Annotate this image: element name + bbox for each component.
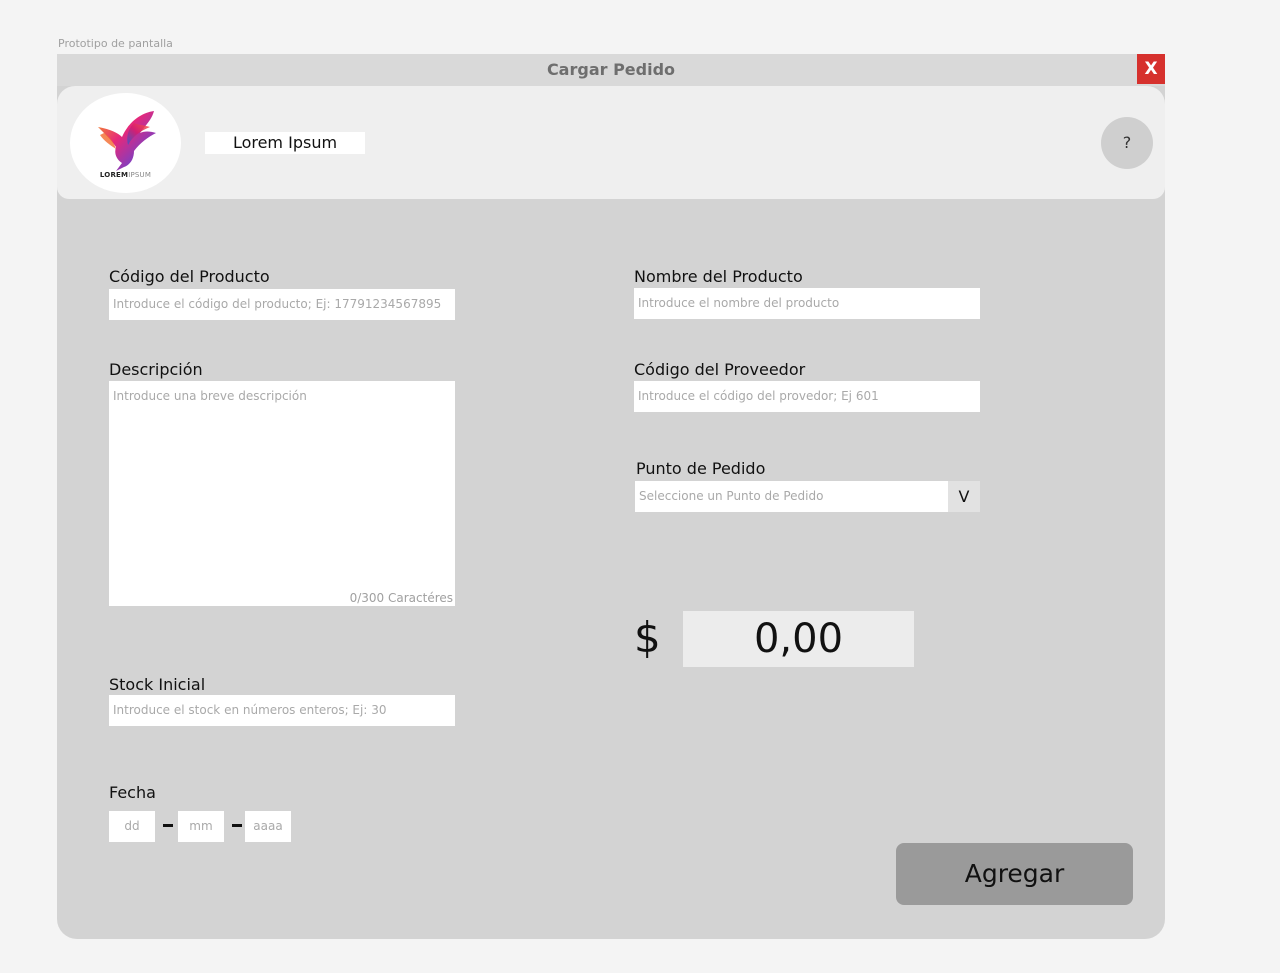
stock-inicial-input[interactable]: Introduce el stock en números enteros; E… (109, 695, 455, 726)
punto-pedido-label: Punto de Pedido (636, 459, 766, 478)
date-separator (163, 824, 173, 827)
close-button[interactable]: X (1137, 54, 1165, 84)
logo-text: LOREMIPSUM (70, 171, 181, 179)
date-day-input[interactable]: dd (109, 811, 155, 842)
date-month-input[interactable]: mm (178, 811, 224, 842)
stock-inicial-label: Stock Inicial (109, 675, 206, 694)
prototype-label: Prototipo de pantalla (58, 37, 173, 50)
punto-pedido-placeholder: Seleccione un Punto de Pedido (639, 489, 824, 503)
date-separator (232, 824, 242, 827)
nombre-producto-input[interactable]: Introduce el nombre del producto (634, 288, 980, 319)
char-count: 0/300 Caractéres (349, 591, 453, 605)
chevron-down-icon[interactable]: V (948, 481, 980, 512)
codigo-producto-label: Código del Producto (109, 267, 270, 286)
date-year-input[interactable]: aaaa (245, 811, 291, 842)
price-display: 0,00 (683, 611, 914, 667)
codigo-proveedor-label: Código del Proveedor (634, 360, 806, 379)
logo-text-bold: LOREM (99, 171, 129, 179)
window-title: Cargar Pedido (546, 60, 676, 79)
codigo-producto-input[interactable]: Introduce el código del producto; Ej: 17… (109, 289, 455, 320)
logo-text-thin: IPSUM (128, 171, 152, 179)
codigo-proveedor-input[interactable]: Introduce el código del provedor; Ej 601 (634, 381, 980, 412)
descripcion-label: Descripción (109, 360, 203, 379)
user-name: Lorem Ipsum (205, 132, 365, 154)
title-bar: Cargar Pedido X (57, 54, 1165, 86)
dialog-window: Cargar Pedido X LOREMIPSUM Lorem Ipsum ?… (57, 54, 1165, 939)
descripcion-textarea[interactable]: Introduce una breve descripción 0/300 Ca… (109, 381, 455, 606)
company-logo: LOREMIPSUM (70, 93, 181, 193)
currency-symbol: $ (634, 613, 661, 662)
fecha-label: Fecha (109, 783, 156, 802)
punto-pedido-select[interactable]: Seleccione un Punto de Pedido V (635, 481, 980, 512)
help-button[interactable]: ? (1101, 117, 1153, 169)
header: LOREMIPSUM Lorem Ipsum ? (57, 86, 1165, 199)
nombre-producto-label: Nombre del Producto (634, 267, 803, 286)
agregar-button[interactable]: Agregar (896, 843, 1133, 905)
descripcion-placeholder: Introduce una breve descripción (113, 389, 307, 403)
